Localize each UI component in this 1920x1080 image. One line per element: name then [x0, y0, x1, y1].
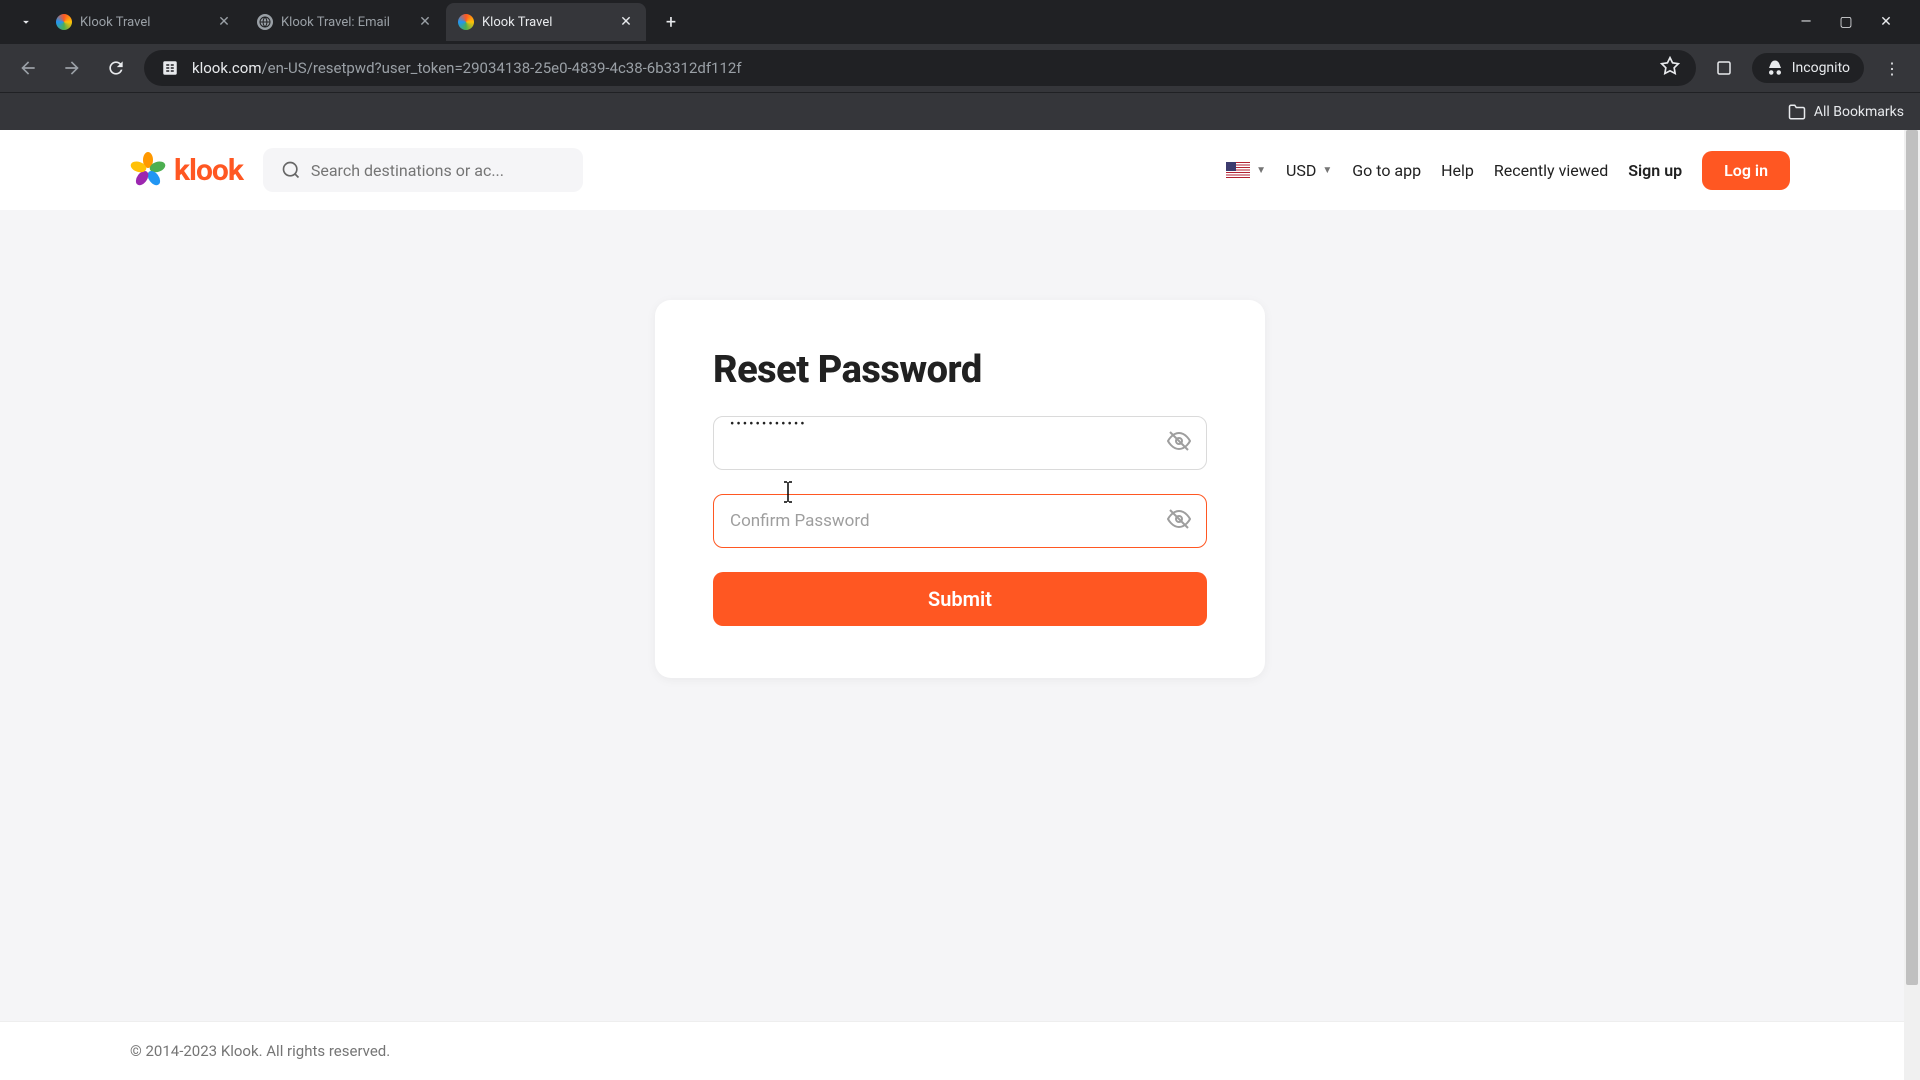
- browser-menu-button[interactable]: ⋮: [1876, 52, 1908, 84]
- chevron-down-icon: ▼: [1256, 165, 1266, 176]
- tab-search-dropdown[interactable]: [8, 4, 44, 40]
- bookmarks-bar: All Bookmarks: [0, 92, 1920, 130]
- tab-close-icon[interactable]: ✕: [216, 14, 232, 30]
- confirm-password-input[interactable]: [713, 494, 1207, 548]
- site-header: klook Search destinations or ac... ▼ USD…: [0, 130, 1920, 210]
- browser-address-bar: klook.com/en-US/resetpwd?user_token=2903…: [0, 44, 1920, 92]
- logo-mark-icon: [130, 152, 166, 188]
- toggle-confirm-visibility-icon[interactable]: [1167, 507, 1191, 535]
- tab-title: Klook Travel: Email: [281, 15, 409, 30]
- logo-text: klook: [174, 153, 243, 188]
- url-text: klook.com/en-US/resetpwd?user_token=2903…: [192, 59, 1648, 77]
- incognito-label: Incognito: [1792, 60, 1850, 76]
- maximize-button[interactable]: ▢: [1836, 14, 1856, 30]
- all-bookmarks-button[interactable]: All Bookmarks: [1788, 103, 1904, 121]
- log-in-button[interactable]: Log in: [1702, 151, 1790, 190]
- close-window-button[interactable]: ✕: [1876, 14, 1896, 30]
- browser-tab-2[interactable]: Klook Travel: Email ✕: [245, 3, 445, 41]
- sign-up-link[interactable]: Sign up: [1628, 161, 1682, 180]
- extensions-icon[interactable]: [1708, 52, 1740, 84]
- favicon-icon: [56, 14, 72, 30]
- password-input[interactable]: ••••••••••••: [713, 416, 1207, 470]
- favicon-icon: [257, 14, 273, 30]
- scrollbar-thumb[interactable]: [1906, 130, 1918, 985]
- search-box[interactable]: Search destinations or ac...: [263, 148, 583, 192]
- folder-icon: [1788, 103, 1806, 121]
- help-link[interactable]: Help: [1441, 161, 1474, 180]
- reload-button[interactable]: [100, 52, 132, 84]
- scrollbar[interactable]: [1904, 130, 1920, 1080]
- new-tab-button[interactable]: +: [655, 6, 687, 38]
- minimize-button[interactable]: —: [1796, 14, 1816, 30]
- reset-password-card: Reset Password •••••••••••• Su: [655, 300, 1265, 678]
- recently-viewed-link[interactable]: Recently viewed: [1494, 161, 1608, 180]
- footer-copyright: © 2014-2023 Klook. All rights reserved.: [0, 1021, 1920, 1080]
- url-bar[interactable]: klook.com/en-US/resetpwd?user_token=2903…: [144, 50, 1696, 86]
- browser-tab-bar: Klook Travel ✕ Klook Travel: Email ✕ Klo…: [0, 0, 1920, 44]
- tab-close-icon[interactable]: ✕: [618, 14, 634, 30]
- bookmark-star-icon[interactable]: [1660, 56, 1680, 80]
- incognito-icon: [1766, 59, 1784, 77]
- toggle-password-visibility-icon[interactable]: [1167, 429, 1191, 457]
- language-selector[interactable]: ▼: [1226, 162, 1266, 178]
- flag-icon: [1226, 162, 1250, 178]
- browser-tab-3[interactable]: Klook Travel ✕: [446, 3, 646, 41]
- go-to-app-link[interactable]: Go to app: [1352, 161, 1421, 180]
- forward-button[interactable]: [56, 52, 88, 84]
- submit-button[interactable]: Submit: [713, 572, 1207, 626]
- tab-title: Klook Travel: [482, 15, 610, 30]
- tab-title: Klook Travel: [80, 15, 208, 30]
- currency-label: USD: [1286, 161, 1316, 180]
- search-placeholder: Search destinations or ac...: [311, 161, 504, 180]
- browser-tab-1[interactable]: Klook Travel ✕: [44, 3, 244, 41]
- tab-close-icon[interactable]: ✕: [417, 14, 433, 30]
- logo[interactable]: klook: [130, 152, 243, 188]
- search-icon: [281, 160, 301, 180]
- card-title: Reset Password: [713, 348, 1207, 392]
- chevron-down-icon: ▼: [1322, 165, 1332, 176]
- site-settings-icon[interactable]: [160, 58, 180, 78]
- back-button[interactable]: [12, 52, 44, 84]
- favicon-icon: [458, 14, 474, 30]
- all-bookmarks-label: All Bookmarks: [1814, 104, 1904, 120]
- currency-selector[interactable]: USD ▼: [1286, 161, 1332, 180]
- incognito-badge[interactable]: Incognito: [1752, 53, 1864, 83]
